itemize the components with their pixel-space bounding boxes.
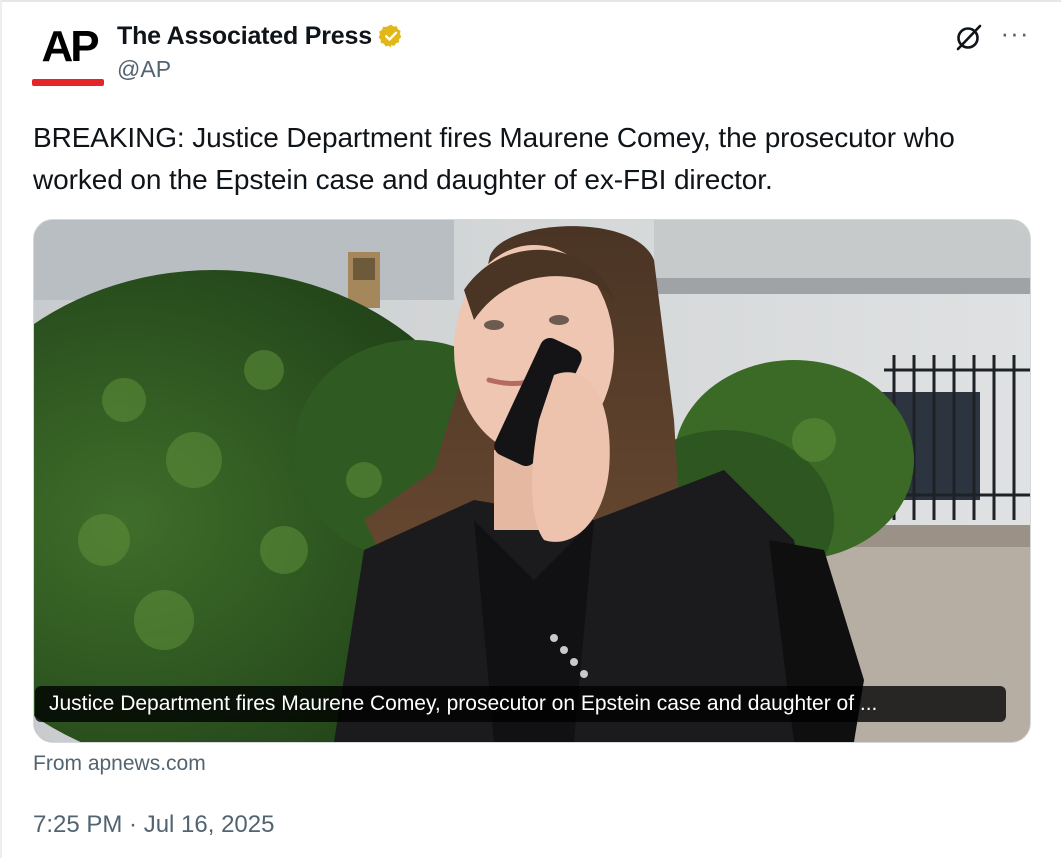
tweet-text: BREAKING: Justice Department fires Maure… bbox=[33, 122, 955, 195]
link-card-image[interactable] bbox=[33, 219, 1031, 743]
author-name-row[interactable]: The Associated Press bbox=[117, 19, 404, 53]
ap-avatar[interactable]: AP bbox=[32, 22, 106, 88]
author-handle[interactable]: @AP bbox=[117, 56, 171, 83]
tweet-timestamp[interactable]: 7:25 PM · Jul 16, 2025 bbox=[33, 811, 274, 839]
author-display-name[interactable]: The Associated Press bbox=[117, 22, 372, 51]
link-card-title[interactable]: Justice Department fires Maurene Comey, … bbox=[35, 686, 1006, 722]
avatar-logo-bar bbox=[32, 79, 104, 86]
top-border bbox=[0, 0, 1061, 2]
left-border bbox=[0, 0, 2, 858]
more-options-icon[interactable]: ··· bbox=[998, 20, 1032, 52]
grok-icon[interactable] bbox=[952, 20, 986, 54]
link-card-source[interactable]: From apnews.com bbox=[33, 752, 206, 776]
verified-badge-icon bbox=[378, 23, 404, 49]
avatar-logo-text: AP bbox=[41, 22, 99, 71]
